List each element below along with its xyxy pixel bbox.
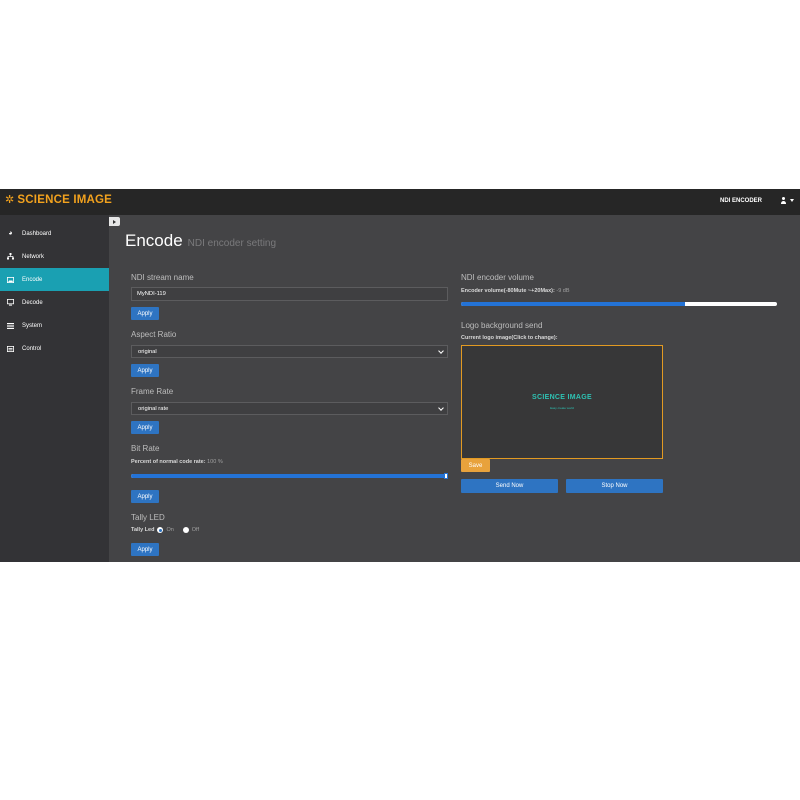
page-title: Encode NDI encoder setting: [125, 231, 276, 251]
sidebar-item-label: System: [22, 322, 43, 329]
logo-image-text: SCIENCE IMAGE: [532, 394, 592, 401]
logo-image-caption: Current logo image(Click to change):: [461, 335, 558, 341]
volume-slider-fill: [461, 302, 686, 306]
page-subtitle: NDI encoder setting: [187, 238, 277, 249]
user-menu[interactable]: [780, 197, 794, 204]
tally-led-label: Tally LED: [131, 513, 165, 522]
frame-rate-label: Frame Rate: [131, 387, 174, 396]
sidebar-item-control[interactable]: Control: [0, 337, 109, 360]
stream-name-label: NDI stream name: [131, 273, 194, 282]
tally-on-radio[interactable]: [157, 527, 164, 533]
control-icon: [7, 345, 14, 352]
sidebar: ◕ Dashboard Network Encode Decode System…: [0, 215, 109, 562]
aspect-ratio-apply-button[interactable]: Apply: [131, 364, 159, 377]
bit-rate-value: 100 %: [207, 459, 223, 465]
bit-rate-slider-fill: [131, 474, 448, 478]
sidebar-item-label: Dashboard: [22, 230, 52, 237]
bit-rate-apply-button[interactable]: Apply: [131, 490, 159, 503]
chevron-down-icon: [438, 347, 444, 354]
tally-on-label: On: [166, 527, 174, 533]
volume-caption: Encoder volume(-80Mute ~+20Max): -9 dB: [461, 288, 570, 294]
frame-rate-select[interactable]: original rate: [131, 402, 448, 415]
volume-value: -9 dB: [556, 288, 570, 294]
logo-send-label: Logo background send: [461, 321, 543, 330]
dashboard-icon: ◕: [8, 230, 13, 237]
list-icon: [7, 322, 14, 329]
chevron-down-icon: [790, 199, 794, 202]
main-content: Encode NDI encoder setting NDI stream na…: [109, 215, 800, 562]
volume-slider[interactable]: [461, 302, 777, 306]
brand-logo[interactable]: ✲ SCIENCE IMAGE: [5, 194, 112, 206]
sidebar-item-decode[interactable]: Decode: [0, 291, 109, 314]
tally-led-apply-button[interactable]: Apply: [131, 543, 159, 556]
brand-name: SCIENCE IMAGE: [17, 194, 113, 206]
page-title-text: Encode: [125, 231, 183, 250]
bit-rate-caption: Percent of normal code rate: 100 %: [131, 459, 223, 465]
image-icon: [7, 276, 14, 283]
sidebar-item-label: Control: [22, 345, 42, 352]
gear-icon: ✲: [5, 193, 15, 206]
frame-rate-apply-button[interactable]: Apply: [131, 421, 159, 434]
tally-off-radio[interactable]: [182, 527, 189, 533]
logo-image-tagline: Easy create world: [550, 406, 574, 410]
sidebar-item-network[interactable]: Network: [0, 245, 109, 268]
device-name: NDI ENCODER: [719, 197, 762, 204]
logo-save-button[interactable]: Save: [461, 459, 490, 472]
tally-led-radio-group: Tally Led On Off: [131, 527, 205, 533]
volume-caption-text: Encoder volume(-80Mute ~+20Max):: [461, 288, 555, 294]
top-right-area: NDI ENCODER: [720, 197, 794, 204]
aspect-ratio-label: Aspect Ratio: [131, 330, 177, 339]
tally-off-label: Off: [191, 527, 200, 533]
top-bar: ✲ SCIENCE IMAGE NDI ENCODER: [0, 189, 800, 215]
sidebar-item-system[interactable]: System: [0, 314, 109, 337]
chevron-down-icon: [438, 404, 444, 411]
sidebar-item-label: Network: [22, 253, 45, 260]
frame-rate-selected: original rate: [138, 405, 169, 412]
aspect-ratio-select[interactable]: original: [131, 345, 448, 358]
volume-label: NDI encoder volume: [461, 273, 534, 282]
stream-name-apply-button[interactable]: Apply: [131, 307, 159, 320]
app-window: ✲ SCIENCE IMAGE NDI ENCODER ◕ Dashboard …: [0, 189, 800, 562]
bit-rate-label: Bit Rate: [131, 444, 160, 453]
bit-rate-slider-handle[interactable]: [444, 473, 448, 479]
tally-led-caption: Tally Led: [131, 527, 155, 533]
user-icon: [780, 197, 787, 204]
stop-now-button[interactable]: Stop Now: [566, 479, 663, 493]
bit-rate-caption-text: Percent of normal code rate:: [131, 459, 206, 465]
sidebar-item-dashboard[interactable]: ◕ Dashboard: [0, 222, 109, 245]
aspect-ratio-selected: original: [138, 348, 157, 355]
logo-image-picker[interactable]: SCIENCE IMAGE Easy create world: [461, 345, 663, 459]
monitor-icon: [7, 299, 14, 306]
bit-rate-slider[interactable]: [131, 474, 448, 478]
stream-name-input[interactable]: MyNDI-119: [131, 287, 448, 301]
sidebar-item-label: Encode: [22, 276, 43, 283]
network-icon: [7, 253, 14, 260]
sidebar-item-encode[interactable]: Encode: [0, 268, 109, 291]
send-now-button[interactable]: Send Now: [461, 479, 558, 493]
sidebar-item-label: Decode: [22, 299, 43, 306]
